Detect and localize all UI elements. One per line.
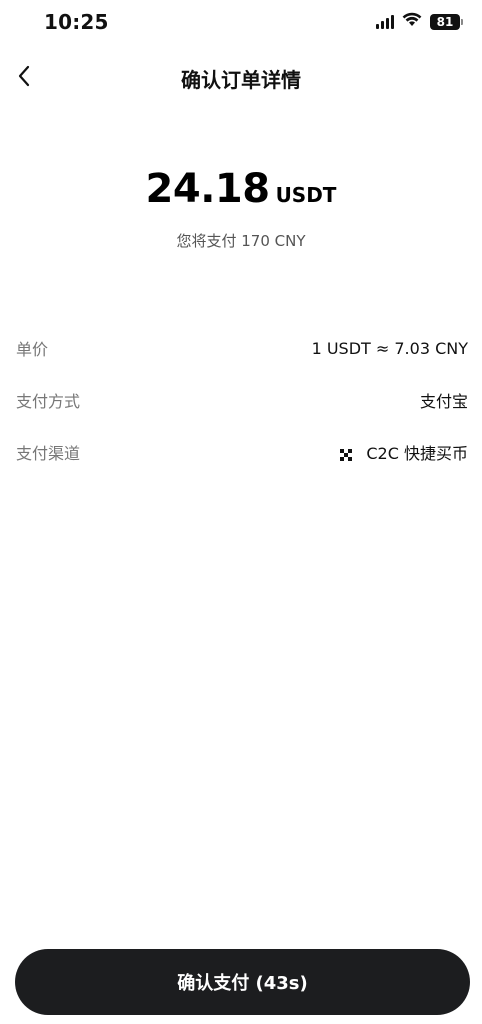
amount-subtitle: 您将支付 170 CNY xyxy=(176,232,306,250)
payment-method-value: 支付宝 xyxy=(419,392,468,411)
price-value: 1 USDT ≈ 7.03 CNY xyxy=(311,338,468,358)
wifi-icon xyxy=(402,12,422,31)
battery-icon: 81 xyxy=(430,13,463,30)
cellular-signal-icon xyxy=(376,14,394,29)
amount-unit: USDT xyxy=(275,183,337,207)
page-title: 确认订单详情 xyxy=(181,68,301,92)
amount-block: 24.18 USDT xyxy=(0,166,482,212)
payment-channel-label: 支付渠道 xyxy=(16,444,81,463)
order-details: 单价 1 USDT ≈ 7.03 CNY 支付方式 支付宝 支付渠道 C2C 快… xyxy=(16,322,468,478)
status-time: 10:25 xyxy=(44,10,109,34)
payment-method-label: 支付方式 xyxy=(16,392,81,411)
payment-channel-text: C2C 快捷买币 xyxy=(366,444,468,463)
amount-value: 24.18 xyxy=(145,166,271,212)
price-label: 单价 xyxy=(16,340,49,359)
nav-bar: 确认订单详情 xyxy=(0,56,482,100)
c2c-icon xyxy=(340,446,353,461)
detail-row-payment-method: 支付方式 支付宝 xyxy=(16,374,468,426)
amount-row: 24.18 USDT xyxy=(146,166,337,212)
detail-row-payment-channel: 支付渠道 C2C 快捷买币 xyxy=(16,426,468,478)
detail-row-price: 单价 1 USDT ≈ 7.03 CNY xyxy=(16,322,468,374)
payment-channel-value: C2C 快捷买币 xyxy=(340,440,468,464)
confirm-payment-button[interactable]: 确认支付 (43s) xyxy=(15,949,470,1015)
status-icons: 81 xyxy=(376,12,463,31)
status-bar: 10:25 81 xyxy=(0,0,482,44)
